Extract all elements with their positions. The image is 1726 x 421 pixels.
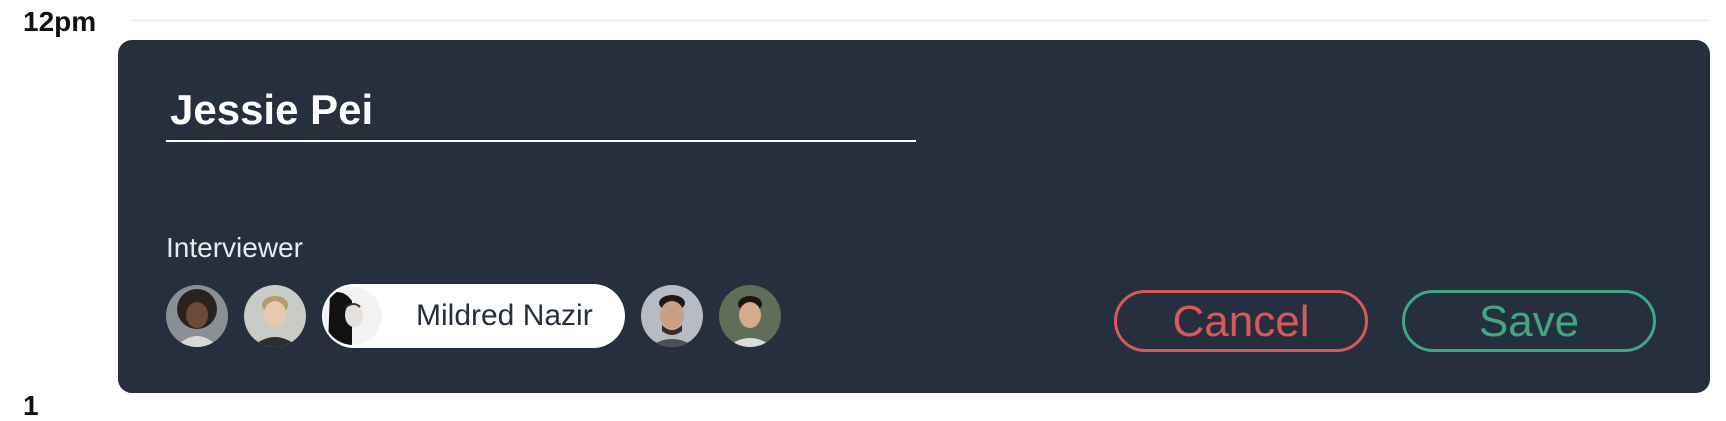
avatar-man-glasses-icon	[640, 285, 703, 347]
interviewer-avatar-5[interactable]	[718, 285, 781, 347]
selected-interviewer-name: Mildred Nazir	[416, 299, 593, 332]
avatar-man-light-hair-icon	[244, 285, 306, 347]
interviewer-selected-pill[interactable]: Mildred Nazir	[322, 284, 625, 348]
event-title-input[interactable]	[166, 84, 916, 142]
interviewer-avatar-3	[324, 287, 382, 345]
interviewer-label: Interviewer	[166, 232, 303, 263]
time-label-1pm: 1	[23, 390, 39, 421]
hour-divider	[132, 20, 1708, 21]
avatar-woman-dark-hair-icon	[324, 287, 382, 345]
cancel-button[interactable]: Cancel	[1114, 290, 1368, 352]
event-editor-card: Interviewer	[118, 40, 1710, 393]
time-label-12pm: 12pm	[23, 6, 97, 37]
interviewer-picker: Mildred Nazir	[166, 284, 781, 348]
interviewer-avatar-4[interactable]	[640, 285, 703, 347]
avatar-man-dark-hair-icon	[718, 285, 781, 347]
save-button[interactable]: Save	[1402, 290, 1656, 352]
interviewer-avatar-1[interactable]	[166, 285, 228, 347]
interviewer-avatar-2[interactable]	[244, 285, 306, 347]
avatar-woman-curly-hair-icon	[166, 285, 228, 347]
